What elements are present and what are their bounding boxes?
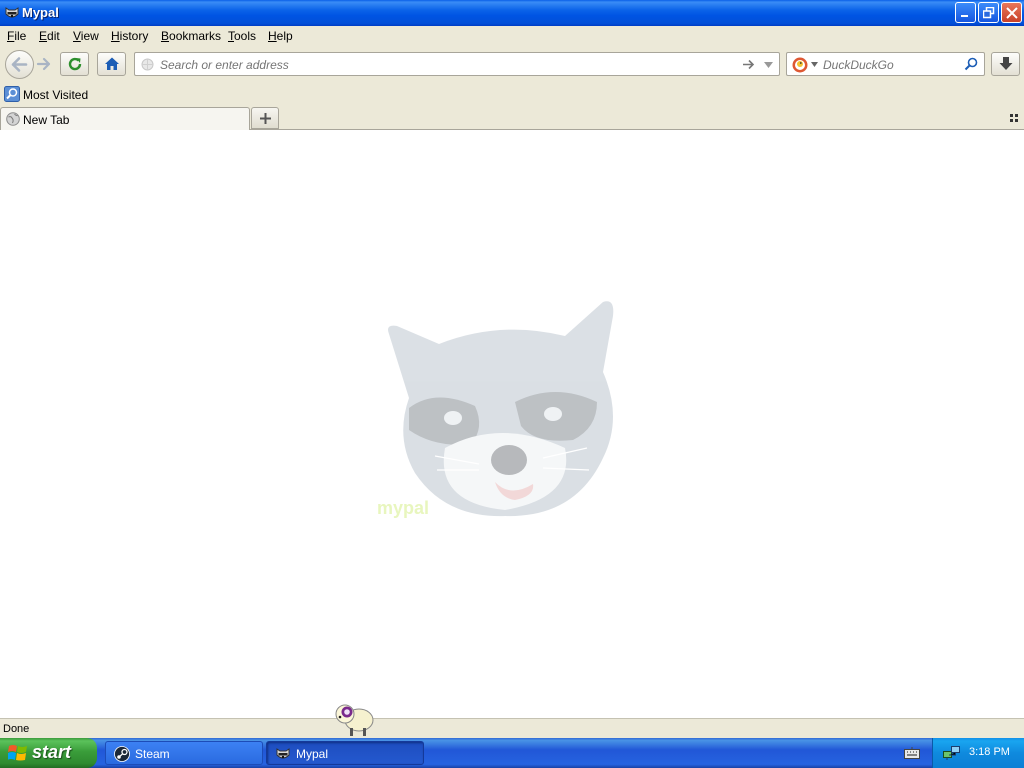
bookmark-label: Most Visited <box>23 88 89 102</box>
most-visited-icon <box>4 86 20 102</box>
tab-label: New Tab <box>23 113 70 127</box>
go-arrow-icon[interactable] <box>742 58 755 71</box>
address-input[interactable] <box>160 57 730 72</box>
menu-history-accel: H <box>111 29 120 43</box>
downloads-button[interactable] <box>991 52 1020 76</box>
window-title: Mypal <box>22 5 59 20</box>
tab-list-icon[interactable] <box>1010 114 1018 122</box>
taskbar-item-steam[interactable]: Steam <box>105 741 263 765</box>
windows-flag-icon <box>8 745 27 761</box>
menu-bar: File Edit View History Bookmarks Tools H… <box>0 26 1024 46</box>
raccoon-logo: mypal <box>377 301 614 518</box>
tab-strip: New Tab <box>0 106 1024 130</box>
restore-button[interactable] <box>978 2 999 23</box>
menu-view[interactable]: View <box>73 29 99 43</box>
status-bar: Done <box>0 718 1024 738</box>
start-button[interactable]: start <box>0 738 97 768</box>
download-arrow-icon <box>999 57 1013 70</box>
window-titlebar[interactable]: Mypal <box>0 0 1024 26</box>
reload-icon <box>68 57 82 71</box>
close-icon <box>1006 7 1018 19</box>
search-bar[interactable] <box>786 52 985 76</box>
history-dropdown-icon[interactable] <box>764 62 773 68</box>
duckduckgo-icon[interactable] <box>792 57 808 73</box>
forward-arrow-icon[interactable] <box>36 56 52 72</box>
minimize-button[interactable] <box>955 2 976 23</box>
sheep-pet-icon[interactable] <box>333 698 375 738</box>
new-tab-button[interactable] <box>251 107 279 129</box>
page-content[interactable]: mypal <box>0 130 1024 718</box>
menu-bookmarks[interactable]: Bookmarks <box>161 29 221 43</box>
engine-dropdown-icon[interactable] <box>811 62 818 67</box>
restore-icon <box>983 7 995 19</box>
status-text: Done <box>3 723 30 735</box>
network-icon[interactable] <box>943 745 961 761</box>
reload-button[interactable] <box>60 52 89 76</box>
taskbar: start Steam Mypal 3:18 PM <box>0 738 1024 768</box>
raccoon-icon <box>276 748 290 759</box>
taskbar-item-label: Steam <box>135 747 170 761</box>
minimize-icon <box>961 15 968 17</box>
menu-file[interactable]: File <box>7 29 26 43</box>
menu-edit[interactable]: Edit <box>39 29 60 43</box>
system-tray: 3:18 PM <box>932 738 1024 768</box>
taskbar-item-label: Mypal <box>296 747 329 761</box>
start-label: start <box>32 742 72 762</box>
search-icon[interactable] <box>964 57 978 71</box>
close-button[interactable] <box>1001 2 1022 23</box>
menu-file-label: ile <box>14 29 27 43</box>
menu-view-accel: V <box>73 29 81 43</box>
menu-help[interactable]: Help <box>268 29 293 43</box>
menu-tools[interactable]: Tools <box>228 29 256 43</box>
bookmarks-toolbar: Most Visited <box>0 82 1024 106</box>
menu-bookmarks-accel: B <box>161 29 170 43</box>
identity-globe-icon <box>141 58 154 71</box>
steam-icon <box>114 746 130 762</box>
tab-new-tab[interactable]: New Tab <box>0 107 250 130</box>
back-arrow-icon <box>11 57 28 72</box>
home-icon <box>105 57 119 70</box>
back-button[interactable] <box>5 50 34 79</box>
menu-history[interactable]: History <box>111 29 148 43</box>
search-input[interactable] <box>823 57 963 72</box>
home-button[interactable] <box>97 52 126 76</box>
globe-icon <box>6 112 20 126</box>
menu-history-label: istory <box>119 29 149 43</box>
menu-edit-accel: E <box>39 29 48 43</box>
menu-help-accel: H <box>268 29 277 43</box>
menu-edit-label: dit <box>47 29 60 43</box>
taskbar-item-mypal[interactable]: Mypal <box>266 741 424 765</box>
menu-tools-label: ools <box>234 29 257 43</box>
keyboard-icon[interactable] <box>904 747 920 759</box>
navigation-toolbar <box>0 46 1024 82</box>
svg-text:mypal: mypal <box>377 498 429 518</box>
menu-bookmarks-label: ookmarks <box>169 29 222 43</box>
menu-help-label: elp <box>276 29 293 43</box>
menu-view-label: iew <box>80 29 99 43</box>
address-bar[interactable] <box>134 52 780 76</box>
clock[interactable]: 3:18 PM <box>969 746 1010 758</box>
raccoon-icon <box>5 7 19 18</box>
plus-icon <box>260 113 271 124</box>
